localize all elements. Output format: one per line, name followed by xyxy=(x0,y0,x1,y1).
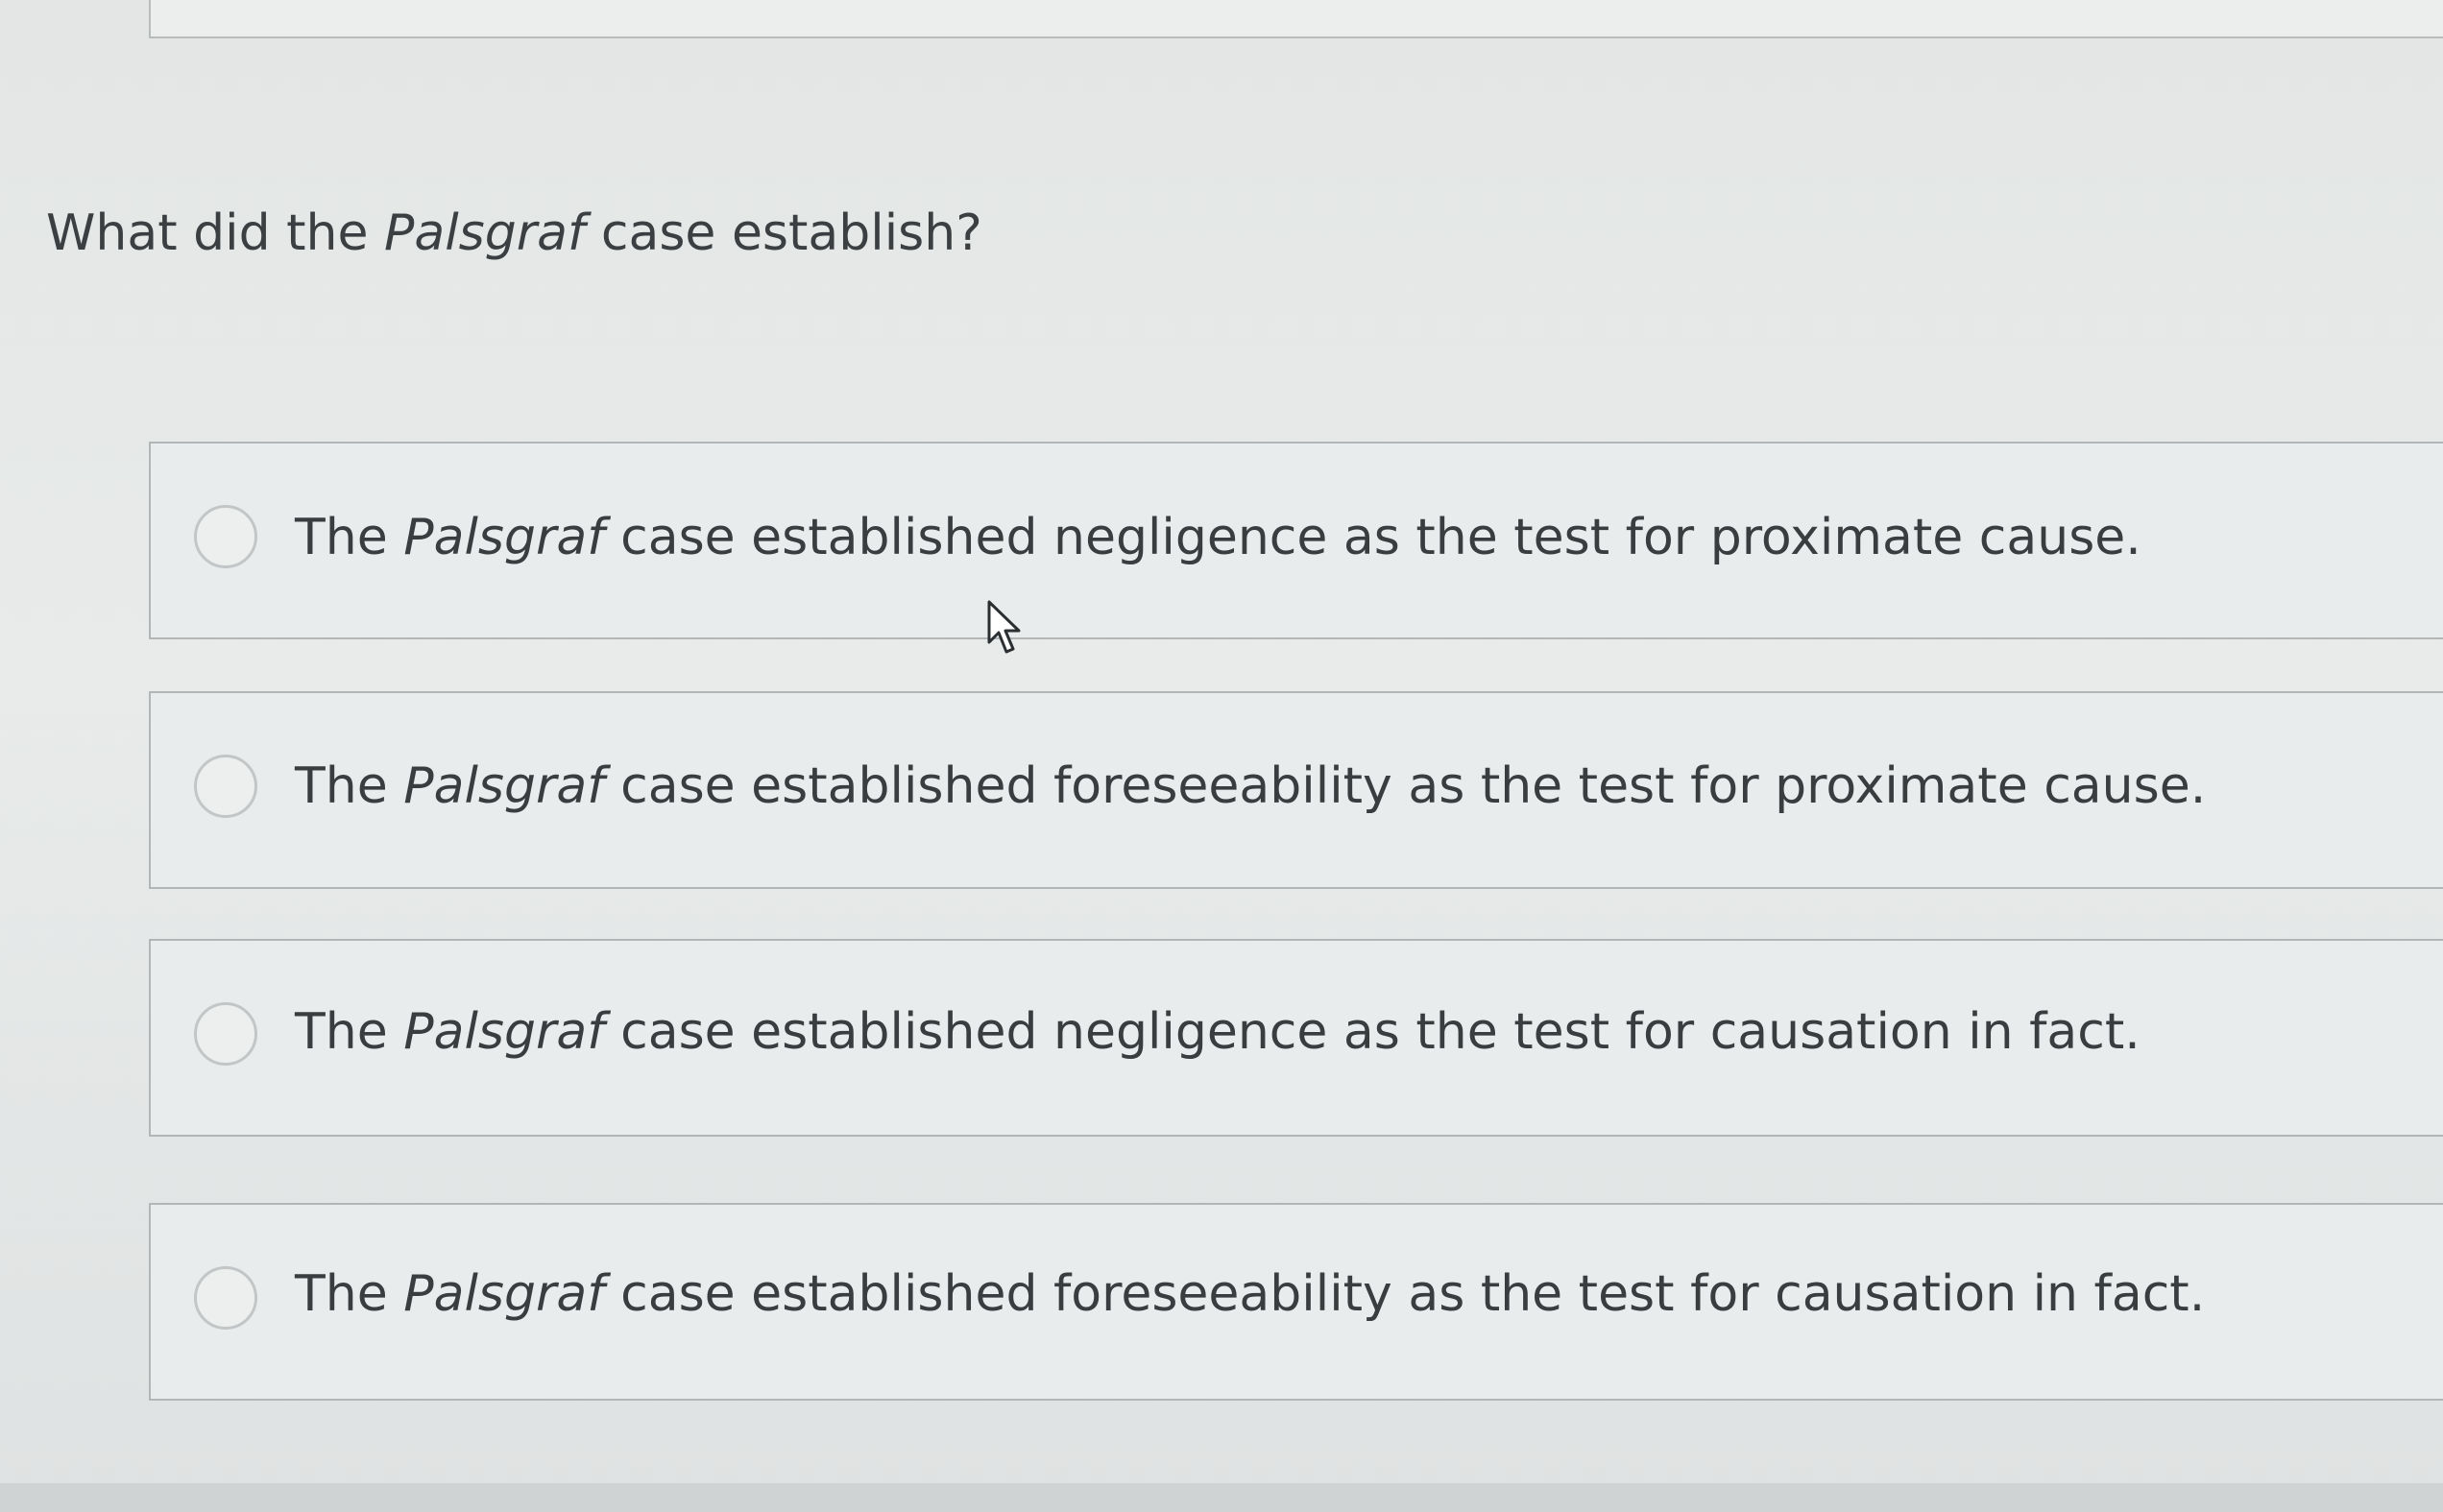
question-text: What did the Palsgraf case establish? xyxy=(46,202,982,265)
question-prefix: What did the xyxy=(46,204,385,262)
answer-option-4-label: The Palsgraf case established foreseeabi… xyxy=(295,1265,2206,1323)
question-suffix: case establish? xyxy=(585,204,982,262)
previous-panel-edge xyxy=(149,0,2443,38)
radio-unchecked-icon[interactable] xyxy=(194,1002,257,1066)
radio-unchecked-icon[interactable] xyxy=(194,505,257,568)
mouse-pointer-icon xyxy=(987,600,1021,654)
question-case-name: Palsgraf xyxy=(384,204,586,262)
answer-option-3-label: The Palsgraf case established negligence… xyxy=(295,1003,2141,1061)
radio-unchecked-icon[interactable] xyxy=(194,755,257,818)
bottom-edge xyxy=(0,1483,2443,1512)
radio-unchecked-icon[interactable] xyxy=(194,1266,257,1330)
answer-option-2[interactable]: The Palsgraf case established foreseeabi… xyxy=(149,691,2443,889)
answer-option-1-label: The Palsgraf case established negligence… xyxy=(295,509,2141,566)
answer-option-2-label: The Palsgraf case established foreseeabi… xyxy=(295,757,2207,815)
answer-option-3[interactable]: The Palsgraf case established negligence… xyxy=(149,939,2443,1137)
answer-option-4[interactable]: The Palsgraf case established foreseeabi… xyxy=(149,1203,2443,1401)
answer-option-1[interactable]: The Palsgraf case established negligence… xyxy=(149,442,2443,639)
